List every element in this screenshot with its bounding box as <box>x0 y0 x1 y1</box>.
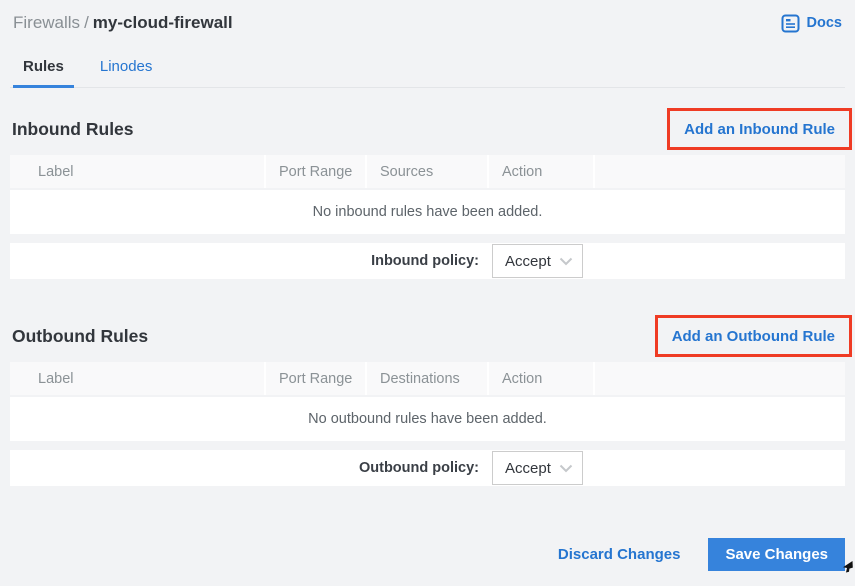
outbound-column-label: Label <box>10 362 264 395</box>
tab-rules[interactable]: Rules <box>13 50 74 88</box>
footer-actions: Discard Changes Save Changes <box>10 538 845 571</box>
outbound-column-spacer <box>593 362 845 395</box>
document-icon <box>781 14 800 33</box>
breadcrumb-separator: / <box>80 13 93 32</box>
outbound-column-port-range: Port Range <box>264 362 365 395</box>
firewall-detail-page: Firewalls/my-cloud-firewall Docs Rules L… <box>0 0 855 571</box>
add-outbound-rule-button[interactable]: Add an Outbound Rule <box>672 328 835 345</box>
chevron-down-icon <box>559 257 573 266</box>
outbound-policy-row: Outbound policy: Accept <box>10 450 845 486</box>
inbound-policy-value: Accept <box>505 253 551 270</box>
docs-link[interactable]: Docs <box>781 14 842 33</box>
outbound-column-destinations: Destinations <box>365 362 487 395</box>
breadcrumb: Firewalls/my-cloud-firewall <box>13 13 233 33</box>
inbound-column-label: Label <box>10 155 264 188</box>
outbound-policy-value: Accept <box>505 460 551 477</box>
tab-linodes[interactable]: Linodes <box>90 50 163 87</box>
outbound-empty-message: No outbound rules have been added. <box>308 411 547 427</box>
outbound-annotation-highlight: Add an Outbound Rule <box>655 315 852 357</box>
outbound-policy-select[interactable]: Accept <box>492 451 583 485</box>
outbound-empty-row: No outbound rules have been added. <box>10 397 845 441</box>
inbound-column-port-range: Port Range <box>264 155 365 188</box>
outbound-column-action: Action <box>487 362 593 395</box>
breadcrumb-current-firewall: my-cloud-firewall <box>93 13 233 32</box>
inbound-rules-title: Inbound Rules <box>10 119 134 140</box>
discard-changes-button[interactable]: Discard Changes <box>558 546 681 563</box>
inbound-policy-select[interactable]: Accept <box>492 244 583 278</box>
outbound-table-header: Label Port Range Destinations Action <box>10 362 845 395</box>
inbound-policy-label: Inbound policy: <box>371 253 479 269</box>
outbound-policy-label: Outbound policy: <box>359 460 479 476</box>
inbound-section-header: Inbound Rules Add an Inbound Rule <box>10 108 845 150</box>
docs-link-label: Docs <box>807 15 842 31</box>
chevron-down-icon <box>559 464 573 473</box>
inbound-annotation-highlight: Add an Inbound Rule <box>667 108 852 150</box>
inbound-column-sources: Sources <box>365 155 487 188</box>
breadcrumb-firewalls-link[interactable]: Firewalls <box>13 13 80 32</box>
mouse-cursor-artifact <box>842 560 853 578</box>
inbound-policy-row: Inbound policy: Accept <box>10 243 845 279</box>
outbound-section-header: Outbound Rules Add an Outbound Rule <box>10 315 845 357</box>
outbound-rules-title: Outbound Rules <box>10 326 148 347</box>
inbound-empty-message: No inbound rules have been added. <box>313 204 543 220</box>
inbound-column-spacer <box>593 155 845 188</box>
save-changes-button[interactable]: Save Changes <box>708 538 845 571</box>
inbound-column-action: Action <box>487 155 593 188</box>
inbound-table-header: Label Port Range Sources Action <box>10 155 845 188</box>
tab-bar: Rules Linodes <box>10 50 845 88</box>
inbound-empty-row: No inbound rules have been added. <box>10 190 845 234</box>
add-inbound-rule-button[interactable]: Add an Inbound Rule <box>684 121 835 138</box>
page-header: Firewalls/my-cloud-firewall Docs <box>10 13 845 33</box>
